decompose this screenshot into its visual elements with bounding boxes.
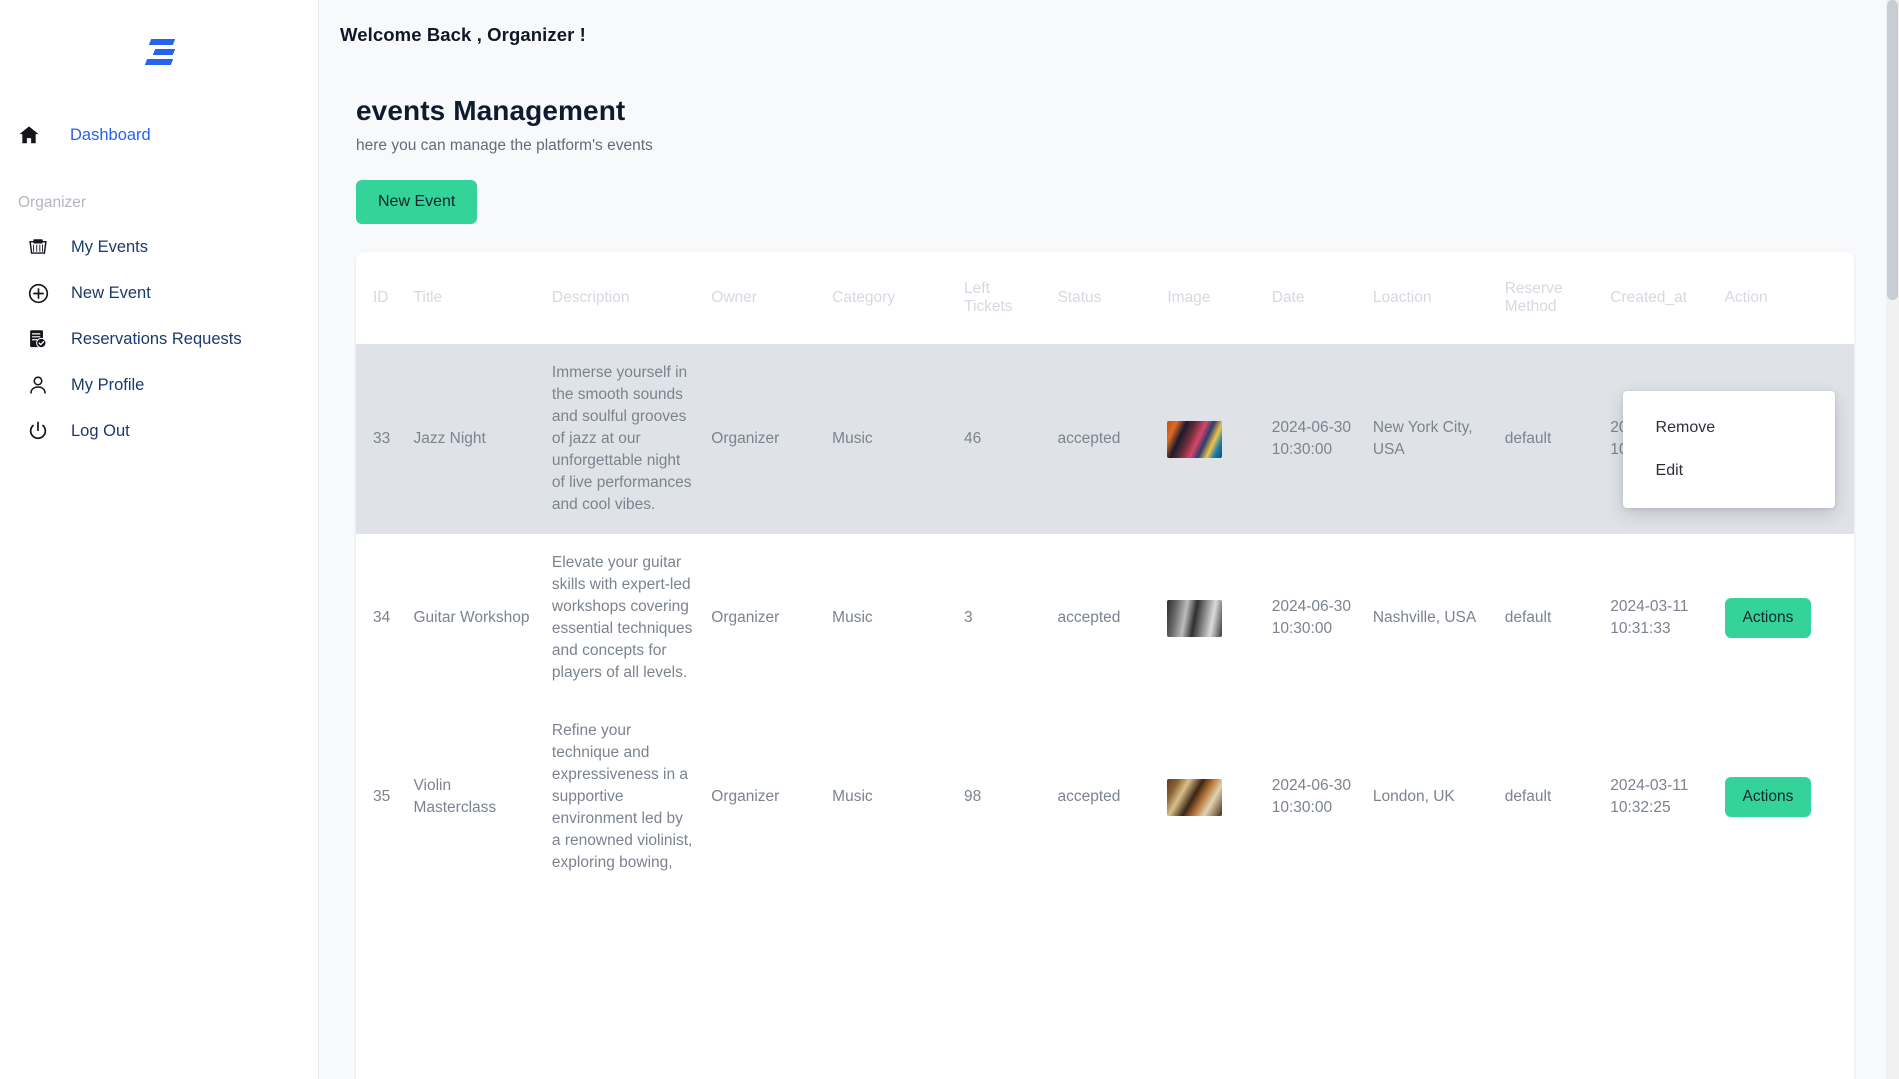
page-subtitle: here you can manage the platform's event… <box>356 137 653 154</box>
cell-status: accepted <box>1049 344 1160 534</box>
cell-category: Music <box>832 609 873 626</box>
cell-image <box>1159 344 1264 534</box>
cell-title: Jazz Night <box>405 344 544 534</box>
cell-id: 33 <box>356 344 406 534</box>
column-header-location[interactable]: Loaction <box>1365 252 1497 344</box>
cell-owner: Organizer <box>711 788 780 805</box>
main-content: Welcome Back , Organizer ! events Manage… <box>319 0 1899 1079</box>
sidebar-item-label: My Profile <box>71 375 145 394</box>
logo-mark-icon <box>142 37 176 67</box>
cell-date: 2024-06-30 10:30:00 <box>1271 777 1352 816</box>
page-header: events Management here you can manage th… <box>319 95 1899 224</box>
sidebar-item-dashboard[interactable]: Dashboard <box>0 112 318 158</box>
column-header-owner[interactable]: Owner <box>703 252 824 344</box>
events-table: ID Title Description Owner Category Left… <box>356 252 1854 892</box>
sidebar-item-my-events[interactable]: My Events <box>0 224 318 270</box>
cell-title: Guitar Workshop <box>413 609 530 626</box>
cell-reserve-method: default <box>1496 344 1603 534</box>
events-table-card: ID Title Description Owner Category Left… <box>356 252 1854 1079</box>
cell-left-tickets: 46 <box>956 344 1050 534</box>
cell-status: accepted <box>1057 609 1121 626</box>
cell-reserve-method: default <box>1504 788 1552 805</box>
event-thumbnail-image <box>1167 599 1223 637</box>
vertical-scrollbar[interactable] <box>1886 0 1899 1079</box>
plus-circle-icon <box>27 282 57 305</box>
menu-item-remove[interactable]: Remove <box>1623 407 1835 450</box>
cell-description: Elevate your guitar skills with expert-l… <box>551 554 693 681</box>
cell-id: 34 <box>373 609 391 626</box>
cell-image <box>1159 534 1263 702</box>
cell-category: Music <box>824 344 957 534</box>
cell-left-tickets: 3 <box>964 609 973 626</box>
cell-created-at: 2024-03-11 10:31:33 <box>1610 598 1689 637</box>
cell-action: Actions <box>1717 534 1854 702</box>
sidebar-item-log-out[interactable]: Log Out <box>0 408 318 454</box>
user-icon <box>27 374 57 396</box>
event-thumbnail-image <box>1167 420 1223 458</box>
page-title: events Management <box>356 95 626 126</box>
table-header: ID Title Description Owner Category Left… <box>356 252 1854 344</box>
cell-date: 2024-06-30 10:30:00 <box>1263 344 1365 534</box>
event-thumbnail-image <box>1167 778 1223 816</box>
cell-owner: Organizer <box>703 344 825 534</box>
document-check-icon <box>27 328 57 350</box>
sidebar-item-label: Reservations Requests <box>71 329 242 348</box>
cell-action: Actions Remove Edit <box>1622 344 1854 534</box>
cell-location: London, UK <box>1372 788 1455 805</box>
column-header-description[interactable]: Description <box>544 252 703 344</box>
actions-dropdown-menu: Remove Edit <box>1622 391 1835 509</box>
menu-item-edit[interactable]: Edit <box>1623 450 1835 493</box>
cell-title: Violin Masterclass <box>413 777 497 816</box>
table-body: 33 Jazz Night Immerse yourself in the sm… <box>356 344 1854 892</box>
sidebar-item-label: Log Out <box>71 421 130 440</box>
column-header-created-at[interactable]: Created_at <box>1602 252 1716 344</box>
cell-left-tickets: 98 <box>964 788 982 805</box>
new-event-button[interactable]: New Event <box>356 180 478 224</box>
actions-button[interactable]: Actions <box>1724 777 1812 817</box>
column-header-reserve-method[interactable]: Reserve Method <box>1497 252 1603 344</box>
sidebar-item-new-event[interactable]: New Event <box>0 270 318 316</box>
actions-button[interactable]: Actions <box>1724 598 1812 638</box>
column-header-image[interactable]: Image <box>1159 252 1263 344</box>
table-header-row: ID Title Description Owner Category Left… <box>356 252 1854 344</box>
app-root: Dashboard Organizer My Events New Event <box>0 0 1899 1079</box>
column-header-title[interactable]: Title <box>405 252 543 344</box>
welcome-message: Welcome Back , Organizer ! <box>340 24 586 45</box>
cell-location: Nashville, USA <box>1372 609 1477 626</box>
cell-image <box>1159 702 1263 892</box>
cell-location: New York City, USA <box>1364 344 1497 534</box>
table-row[interactable]: 35 Violin Masterclass Refine your techni… <box>356 702 1854 892</box>
cell-id: 35 <box>373 788 391 805</box>
sidebar-item-reservations-requests[interactable]: Reservations Requests <box>0 316 318 362</box>
column-header-action[interactable]: Action <box>1717 252 1854 344</box>
cell-reserve-method: default <box>1504 609 1552 626</box>
ticket-icon <box>27 236 57 258</box>
cell-status: accepted <box>1057 788 1121 805</box>
column-header-id[interactable]: ID <box>356 252 405 344</box>
sidebar-item-my-profile[interactable]: My Profile <box>0 362 318 408</box>
sidebar-item-label: New Event <box>71 283 151 302</box>
power-icon <box>27 420 57 442</box>
column-header-left-tickets[interactable]: Left Tickets <box>956 252 1049 344</box>
table-row[interactable]: 33 Jazz Night Immerse yourself in the sm… <box>356 344 1854 534</box>
column-header-date[interactable]: Date <box>1264 252 1365 344</box>
sidebar: Dashboard Organizer My Events New Event <box>0 0 319 1079</box>
sidebar-section-label: Organizer <box>18 194 87 211</box>
cell-date: 2024-06-30 10:30:00 <box>1271 598 1352 637</box>
cell-action: Actions <box>1717 702 1854 892</box>
sidebar-item-label: My Events <box>71 237 149 256</box>
cell-description: Immerse yourself in the smooth sounds an… <box>543 344 704 534</box>
cell-created-at: 2024-03-11 10:32:25 <box>1610 777 1689 816</box>
home-icon <box>18 124 52 146</box>
sidebar-item-label: Dashboard <box>70 125 151 144</box>
table-row[interactable]: 34 Guitar Workshop Elevate your guitar s… <box>356 534 1854 702</box>
cell-owner: Organizer <box>711 609 780 626</box>
cell-category: Music <box>832 788 873 805</box>
column-header-status[interactable]: Status <box>1049 252 1159 344</box>
logo-container[interactable] <box>0 20 318 84</box>
cell-description: Refine your technique and expressiveness… <box>551 722 693 871</box>
column-header-category[interactable]: Category <box>824 252 956 344</box>
scrollbar-thumb[interactable] <box>1887 0 1898 300</box>
